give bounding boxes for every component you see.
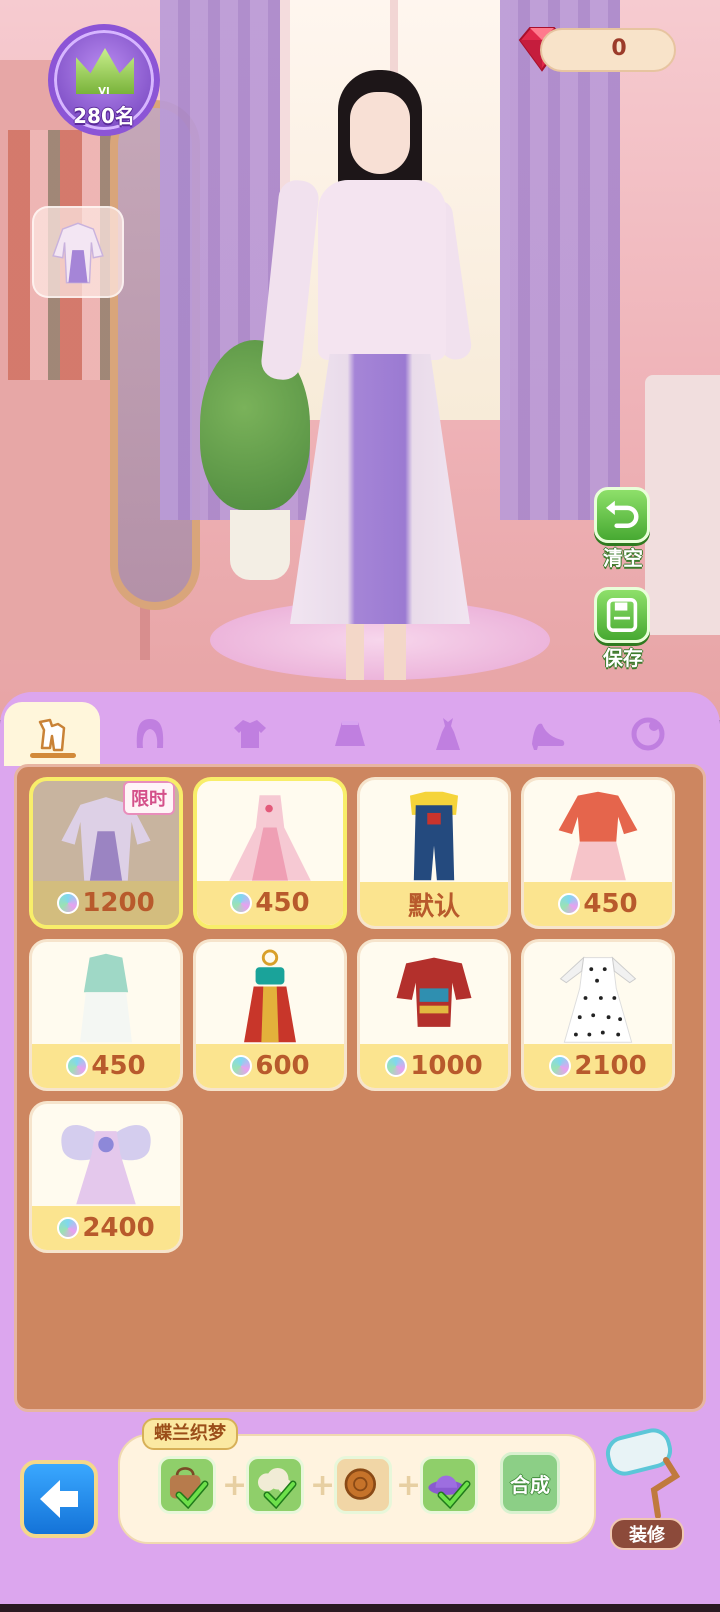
- tab-top[interactable]: [202, 702, 298, 766]
- price-bar: 2400: [32, 1206, 180, 1250]
- item-price: 600: [255, 1051, 310, 1081]
- item-price: 450: [91, 1051, 146, 1081]
- category-tabs: [0, 702, 720, 768]
- mint-qipao-art: [80, 953, 132, 1043]
- tab-hair[interactable]: [102, 702, 198, 766]
- tab-outfit[interactable]: [4, 702, 100, 766]
- synthesis-set-title: 蝶兰织梦: [142, 1418, 238, 1450]
- dress-icon: [436, 718, 460, 750]
- check-icon: [437, 1480, 471, 1509]
- tab-dress[interactable]: [400, 702, 496, 766]
- shirt-coin-icon: [230, 892, 253, 914]
- overalls-art: [409, 791, 459, 881]
- item-card[interactable]: 450: [521, 777, 675, 929]
- tab-shoes[interactable]: [500, 702, 596, 766]
- back-button[interactable]: [20, 1460, 98, 1538]
- rank-badge[interactable]: VI 280名: [48, 24, 160, 136]
- gem-count: 0: [611, 36, 627, 61]
- colorful-folk-dress-art: [396, 957, 472, 1027]
- synthesis-slot-2[interactable]: [246, 1456, 304, 1514]
- item-price: 450: [255, 888, 310, 918]
- red-pink-dress-art: [558, 791, 638, 881]
- shirt-coin-icon: [549, 1055, 572, 1077]
- synthesis-slot-4[interactable]: [420, 1456, 478, 1514]
- price-bar: 450: [524, 882, 672, 926]
- check-icon: [175, 1480, 209, 1509]
- item-card[interactable]: 2100: [521, 939, 675, 1091]
- back-arrow-icon: [40, 1480, 78, 1518]
- synthesis-slot-3[interactable]: [334, 1456, 392, 1514]
- paint-roller-icon[interactable]: [604, 1424, 684, 1524]
- price-bar: 600: [196, 1044, 344, 1088]
- shirt-coin-icon: [385, 1055, 408, 1077]
- shirt-coin-icon: [230, 1055, 253, 1077]
- limited-time-tag: 限时: [123, 781, 175, 815]
- item-card[interactable]: 450: [29, 939, 183, 1091]
- item-price: 2100: [574, 1051, 647, 1081]
- outfit-set-icon: [38, 718, 66, 752]
- save-disk-icon: [606, 598, 638, 632]
- side-table: [645, 375, 720, 635]
- skirt-icon: [335, 721, 365, 746]
- clear-button[interactable]: [594, 487, 650, 543]
- shirt-coin-icon: [57, 1217, 80, 1239]
- item-card[interactable]: 限时 1200: [29, 777, 183, 929]
- plus-sign: +: [310, 1468, 336, 1503]
- decorate-button[interactable]: 装修: [610, 1518, 684, 1550]
- synthesize-button[interactable]: 合成: [500, 1452, 560, 1514]
- undo-arrow-icon: [605, 500, 639, 528]
- accessory-icon: [631, 717, 665, 751]
- synthesis-slot-1[interactable]: [158, 1456, 216, 1514]
- price-bar: 默认: [360, 882, 508, 926]
- shirt-coin-icon: [57, 892, 80, 914]
- mooncake-icon: [344, 1468, 376, 1500]
- item-card[interactable]: 600: [193, 939, 347, 1091]
- high-heel-icon: [532, 723, 565, 750]
- plus-sign: +: [222, 1468, 248, 1503]
- item-card[interactable]: 2400: [29, 1101, 183, 1253]
- price-bar: 1000: [360, 1044, 508, 1088]
- red-ethnic-dress-art: [244, 949, 296, 1043]
- clear-label[interactable]: 清空: [580, 542, 666, 571]
- save-label[interactable]: 保存: [580, 642, 666, 671]
- curtain-right: [500, 0, 620, 520]
- save-button[interactable]: [594, 587, 650, 643]
- tab-skirt[interactable]: [302, 702, 398, 766]
- shirt-coin-icon: [558, 893, 581, 915]
- item-price: 2400: [82, 1213, 155, 1243]
- item-price: 1000: [410, 1051, 483, 1081]
- rank-text: 280名: [73, 104, 135, 128]
- item-price: 1200: [82, 888, 155, 918]
- hanfu-thumbnail-icon: [52, 222, 104, 284]
- tab-accessory[interactable]: [600, 702, 696, 766]
- item-price: 默认: [407, 891, 460, 922]
- rank-level: VI: [98, 86, 110, 97]
- price-bar: 1200: [33, 881, 179, 925]
- shirt-icon: [234, 720, 266, 748]
- item-grid: 限时 1200 450 默认 450 450 600 1000 2100 240…: [14, 764, 706, 1412]
- price-bar: 2100: [524, 1044, 672, 1088]
- item-card[interactable]: 1000: [357, 939, 511, 1091]
- item-price: 450: [583, 889, 638, 919]
- item-card[interactable]: 450: [193, 777, 347, 929]
- shirt-coin-icon: [66, 1055, 89, 1077]
- current-outfit-thumbnail[interactable]: [32, 206, 124, 298]
- avatar-character[interactable]: [259, 70, 480, 680]
- fairy-wing-dress-art: [61, 1124, 151, 1205]
- hair-icon: [136, 719, 164, 748]
- check-icon: [263, 1480, 297, 1509]
- item-card[interactable]: 默认: [357, 777, 511, 929]
- gem-counter[interactable]: 0: [540, 28, 676, 72]
- plus-sign: +: [396, 1468, 422, 1503]
- price-bar: 450: [197, 881, 343, 925]
- price-bar: 450: [32, 1044, 180, 1088]
- polka-dot-dress-art: [559, 956, 637, 1043]
- pink-gown-art: [229, 795, 311, 881]
